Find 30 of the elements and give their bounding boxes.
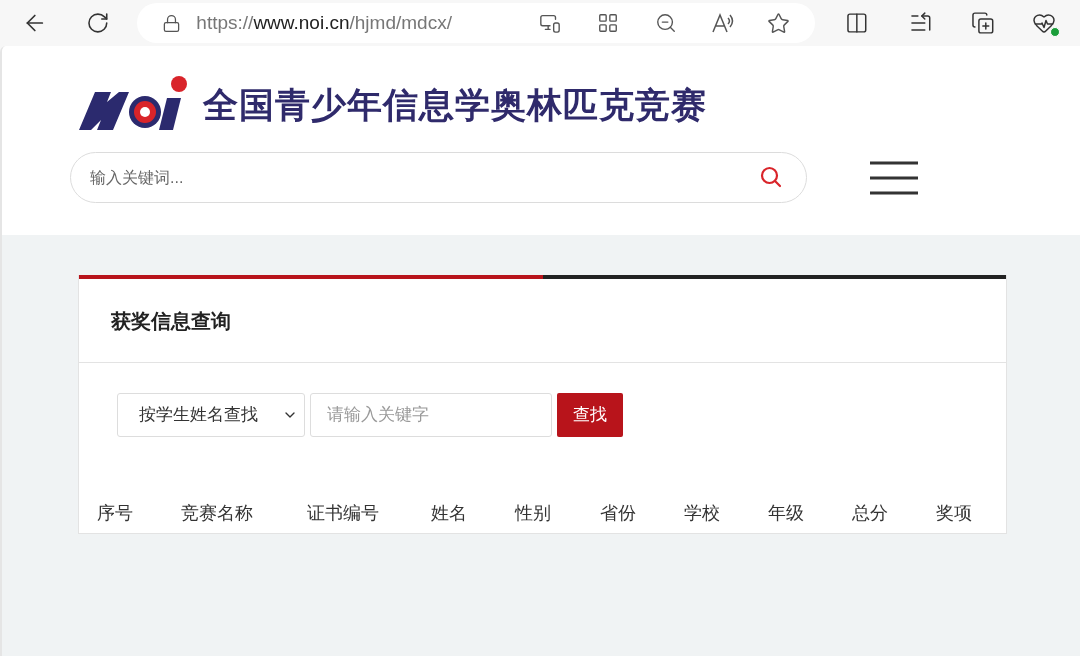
split-screen-icon[interactable] bbox=[845, 11, 869, 35]
site-title: 全国青少年信息学奥林匹克竞赛 bbox=[203, 86, 707, 122]
column-header: 姓名 bbox=[430, 503, 467, 523]
url-text: https://www.noi.cn/hjmd/mdcx/ bbox=[196, 10, 452, 35]
column-header: 年级 bbox=[767, 503, 804, 523]
menu-icon[interactable] bbox=[870, 160, 918, 195]
search-button[interactable]: 查找 bbox=[557, 393, 623, 437]
grid-icon[interactable] bbox=[597, 12, 620, 34]
search-icon[interactable] bbox=[759, 165, 783, 189]
column-header: 省份 bbox=[599, 503, 636, 523]
keyword-field[interactable]: 请输入关键字 bbox=[310, 393, 552, 437]
read-aloud-icon[interactable] bbox=[711, 12, 736, 34]
health-icon[interactable] bbox=[1032, 11, 1058, 35]
column-header: 证书编号 bbox=[306, 503, 379, 523]
column-header: 总分 bbox=[852, 503, 888, 523]
column-header: 竞赛名称 bbox=[181, 503, 254, 523]
search-field[interactable]: 输入关键词... bbox=[70, 152, 807, 203]
lock-icon bbox=[162, 13, 182, 33]
column-header: 奖项 bbox=[936, 503, 973, 523]
column-header: 学校 bbox=[684, 503, 721, 523]
zoom-out-icon[interactable] bbox=[655, 12, 678, 34]
refresh-icon[interactable] bbox=[85, 11, 110, 35]
column-header: 序号 bbox=[97, 503, 133, 523]
panel-title: 获奖信息查询 bbox=[111, 308, 231, 334]
favorite-icon[interactable] bbox=[767, 11, 791, 35]
devices-icon[interactable] bbox=[539, 12, 562, 34]
column-header: 性别 bbox=[515, 503, 552, 523]
collections-icon[interactable] bbox=[970, 11, 995, 35]
search-mode-select[interactable]: 按学生姓名查找 bbox=[117, 393, 305, 437]
address-bar[interactable]: https://www.noi.cn/hjmd/mdcx/ bbox=[137, 3, 816, 43]
